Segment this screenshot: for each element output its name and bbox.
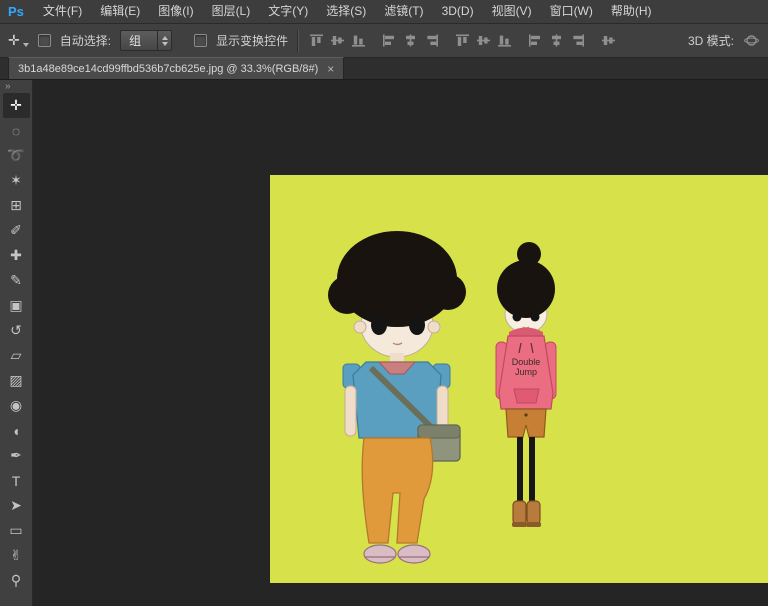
document-tab[interactable]: 3b1a48e89ce14cd99ffbd536b7cb625e.jpg @ 3… bbox=[8, 57, 344, 79]
menu-bar: Ps 文件(F)编辑(E)图像(I)图层(L)文字(Y)选择(S)滤镜(T)3D… bbox=[0, 0, 768, 24]
menu-item-2[interactable]: 编辑(E) bbox=[91, 0, 149, 23]
lasso-tool[interactable]: ➰ bbox=[3, 143, 30, 168]
auto-select-label: 自动选择: bbox=[60, 32, 111, 49]
shape-tool[interactable]: ▭ bbox=[3, 518, 30, 543]
3d-mode-label: 3D 模式: bbox=[688, 32, 734, 49]
move-tool[interactable]: ✛ bbox=[3, 93, 30, 118]
align-top-edges-icon[interactable] bbox=[308, 33, 325, 48]
pen-tool[interactable]: ✒ bbox=[3, 443, 30, 468]
marquee-tool[interactable]: ◌ bbox=[3, 118, 30, 143]
path-selection-tool[interactable]: ➤ bbox=[3, 493, 30, 518]
auto-select-target-value: 组 bbox=[121, 31, 157, 50]
menu-item-5[interactable]: 文字(Y) bbox=[259, 0, 317, 23]
artwork-characters: Double Jump bbox=[270, 175, 768, 583]
align-left-edges-icon[interactable] bbox=[381, 33, 398, 48]
align-right-edges-icon[interactable] bbox=[423, 33, 440, 48]
panel-collapse-icon[interactable]: » bbox=[0, 80, 11, 93]
tool-options-bar: ✛ 自动选择: 组 显示变换控件 3D 模式: bbox=[0, 24, 768, 58]
tools-panel: » ✛◌➰✶⊞✐✚✎▣↺▱▨◉◖✒T➤▭✌⚲ bbox=[0, 80, 33, 606]
hoodie-text-line1: Double bbox=[512, 357, 541, 367]
document-tab-title: 3b1a48e89ce14cd99ffbd536b7cb625e.jpg @ 3… bbox=[18, 63, 318, 75]
move-tool-icon: ✛ bbox=[8, 32, 20, 49]
distribute-bottom-edges-icon[interactable] bbox=[496, 33, 513, 48]
divider bbox=[297, 30, 299, 52]
menu-item-4[interactable]: 图层(L) bbox=[203, 0, 260, 23]
distribute-top-edges-icon[interactable] bbox=[454, 33, 471, 48]
main-area: » ✛◌➰✶⊞✐✚✎▣↺▱▨◉◖✒T➤▭✌⚲ bbox=[0, 80, 768, 606]
girl-character: Double Jump bbox=[496, 242, 556, 527]
align-vertical-centers-icon[interactable] bbox=[329, 33, 346, 48]
menu-items: 文件(F)编辑(E)图像(I)图层(L)文字(Y)选择(S)滤镜(T)3D(D)… bbox=[34, 0, 661, 23]
auto-align-layers-icon[interactable] bbox=[600, 33, 617, 48]
show-transform-label: 显示变换控件 bbox=[216, 32, 288, 49]
distribute-vertical-centers-icon[interactable] bbox=[475, 33, 492, 48]
brush-tool[interactable]: ✎ bbox=[3, 268, 30, 293]
tool-list: ✛◌➰✶⊞✐✚✎▣↺▱▨◉◖✒T➤▭✌⚲ bbox=[3, 93, 30, 593]
align-horizontal-centers-icon[interactable] bbox=[402, 33, 419, 48]
canvas-workspace[interactable]: Double Jump bbox=[33, 80, 768, 606]
menu-item-1[interactable]: 文件(F) bbox=[34, 0, 91, 23]
dodge-tool[interactable]: ◖ bbox=[3, 418, 30, 443]
menu-item-6[interactable]: 选择(S) bbox=[317, 0, 375, 23]
quick-selection-tool[interactable]: ✶ bbox=[3, 168, 30, 193]
document-tab-strip: 3b1a48e89ce14cd99ffbd536b7cb625e.jpg @ 3… bbox=[0, 58, 768, 80]
zoom-tool[interactable]: ⚲ bbox=[3, 568, 30, 593]
menu-item-8[interactable]: 3D(D) bbox=[433, 0, 483, 23]
photoshop-logo: Ps bbox=[0, 4, 34, 19]
distribute-left-edges-icon[interactable] bbox=[527, 33, 544, 48]
current-tool-chip[interactable]: ✛ bbox=[8, 32, 29, 49]
clone-stamp-tool[interactable]: ▣ bbox=[3, 293, 30, 318]
eyedropper-tool[interactable]: ✐ bbox=[3, 218, 30, 243]
hoodie-text-line2: Jump bbox=[515, 367, 537, 377]
gradient-tool[interactable]: ▨ bbox=[3, 368, 30, 393]
align-bottom-edges-icon[interactable] bbox=[350, 33, 367, 48]
boy-character bbox=[328, 231, 466, 563]
type-tool[interactable]: T bbox=[3, 468, 30, 493]
eraser-tool[interactable]: ▱ bbox=[3, 343, 30, 368]
crop-tool[interactable]: ⊞ bbox=[3, 193, 30, 218]
chevron-down-icon bbox=[23, 43, 29, 47]
menu-item-9[interactable]: 视图(V) bbox=[483, 0, 541, 23]
healing-brush-tool[interactable]: ✚ bbox=[3, 243, 30, 268]
show-transform-checkbox[interactable] bbox=[194, 34, 207, 47]
blur-tool[interactable]: ◉ bbox=[3, 393, 30, 418]
distribute-right-edges-icon[interactable] bbox=[569, 33, 586, 48]
menu-item-3[interactable]: 图像(I) bbox=[149, 0, 202, 23]
3d-orbit-icon[interactable] bbox=[743, 33, 760, 48]
dropdown-spinner-icon[interactable] bbox=[157, 31, 171, 50]
auto-select-checkbox[interactable] bbox=[38, 34, 51, 47]
open-document-image[interactable]: Double Jump bbox=[270, 175, 768, 583]
photoshop-window: { "app": { "logo": "Ps", "menus": ["文件(F… bbox=[0, 0, 768, 606]
history-brush-tool[interactable]: ↺ bbox=[3, 318, 30, 343]
distribute-horizontal-centers-icon[interactable] bbox=[548, 33, 565, 48]
menu-item-10[interactable]: 窗口(W) bbox=[541, 0, 602, 23]
auto-select-target-dropdown[interactable]: 组 bbox=[120, 30, 172, 51]
menu-item-7[interactable]: 滤镜(T) bbox=[375, 0, 432, 23]
tab-close-icon[interactable]: × bbox=[327, 62, 334, 76]
menu-item-11[interactable]: 帮助(H) bbox=[602, 0, 661, 23]
align-icon-groups bbox=[308, 33, 617, 48]
hand-tool[interactable]: ✌ bbox=[3, 543, 30, 568]
